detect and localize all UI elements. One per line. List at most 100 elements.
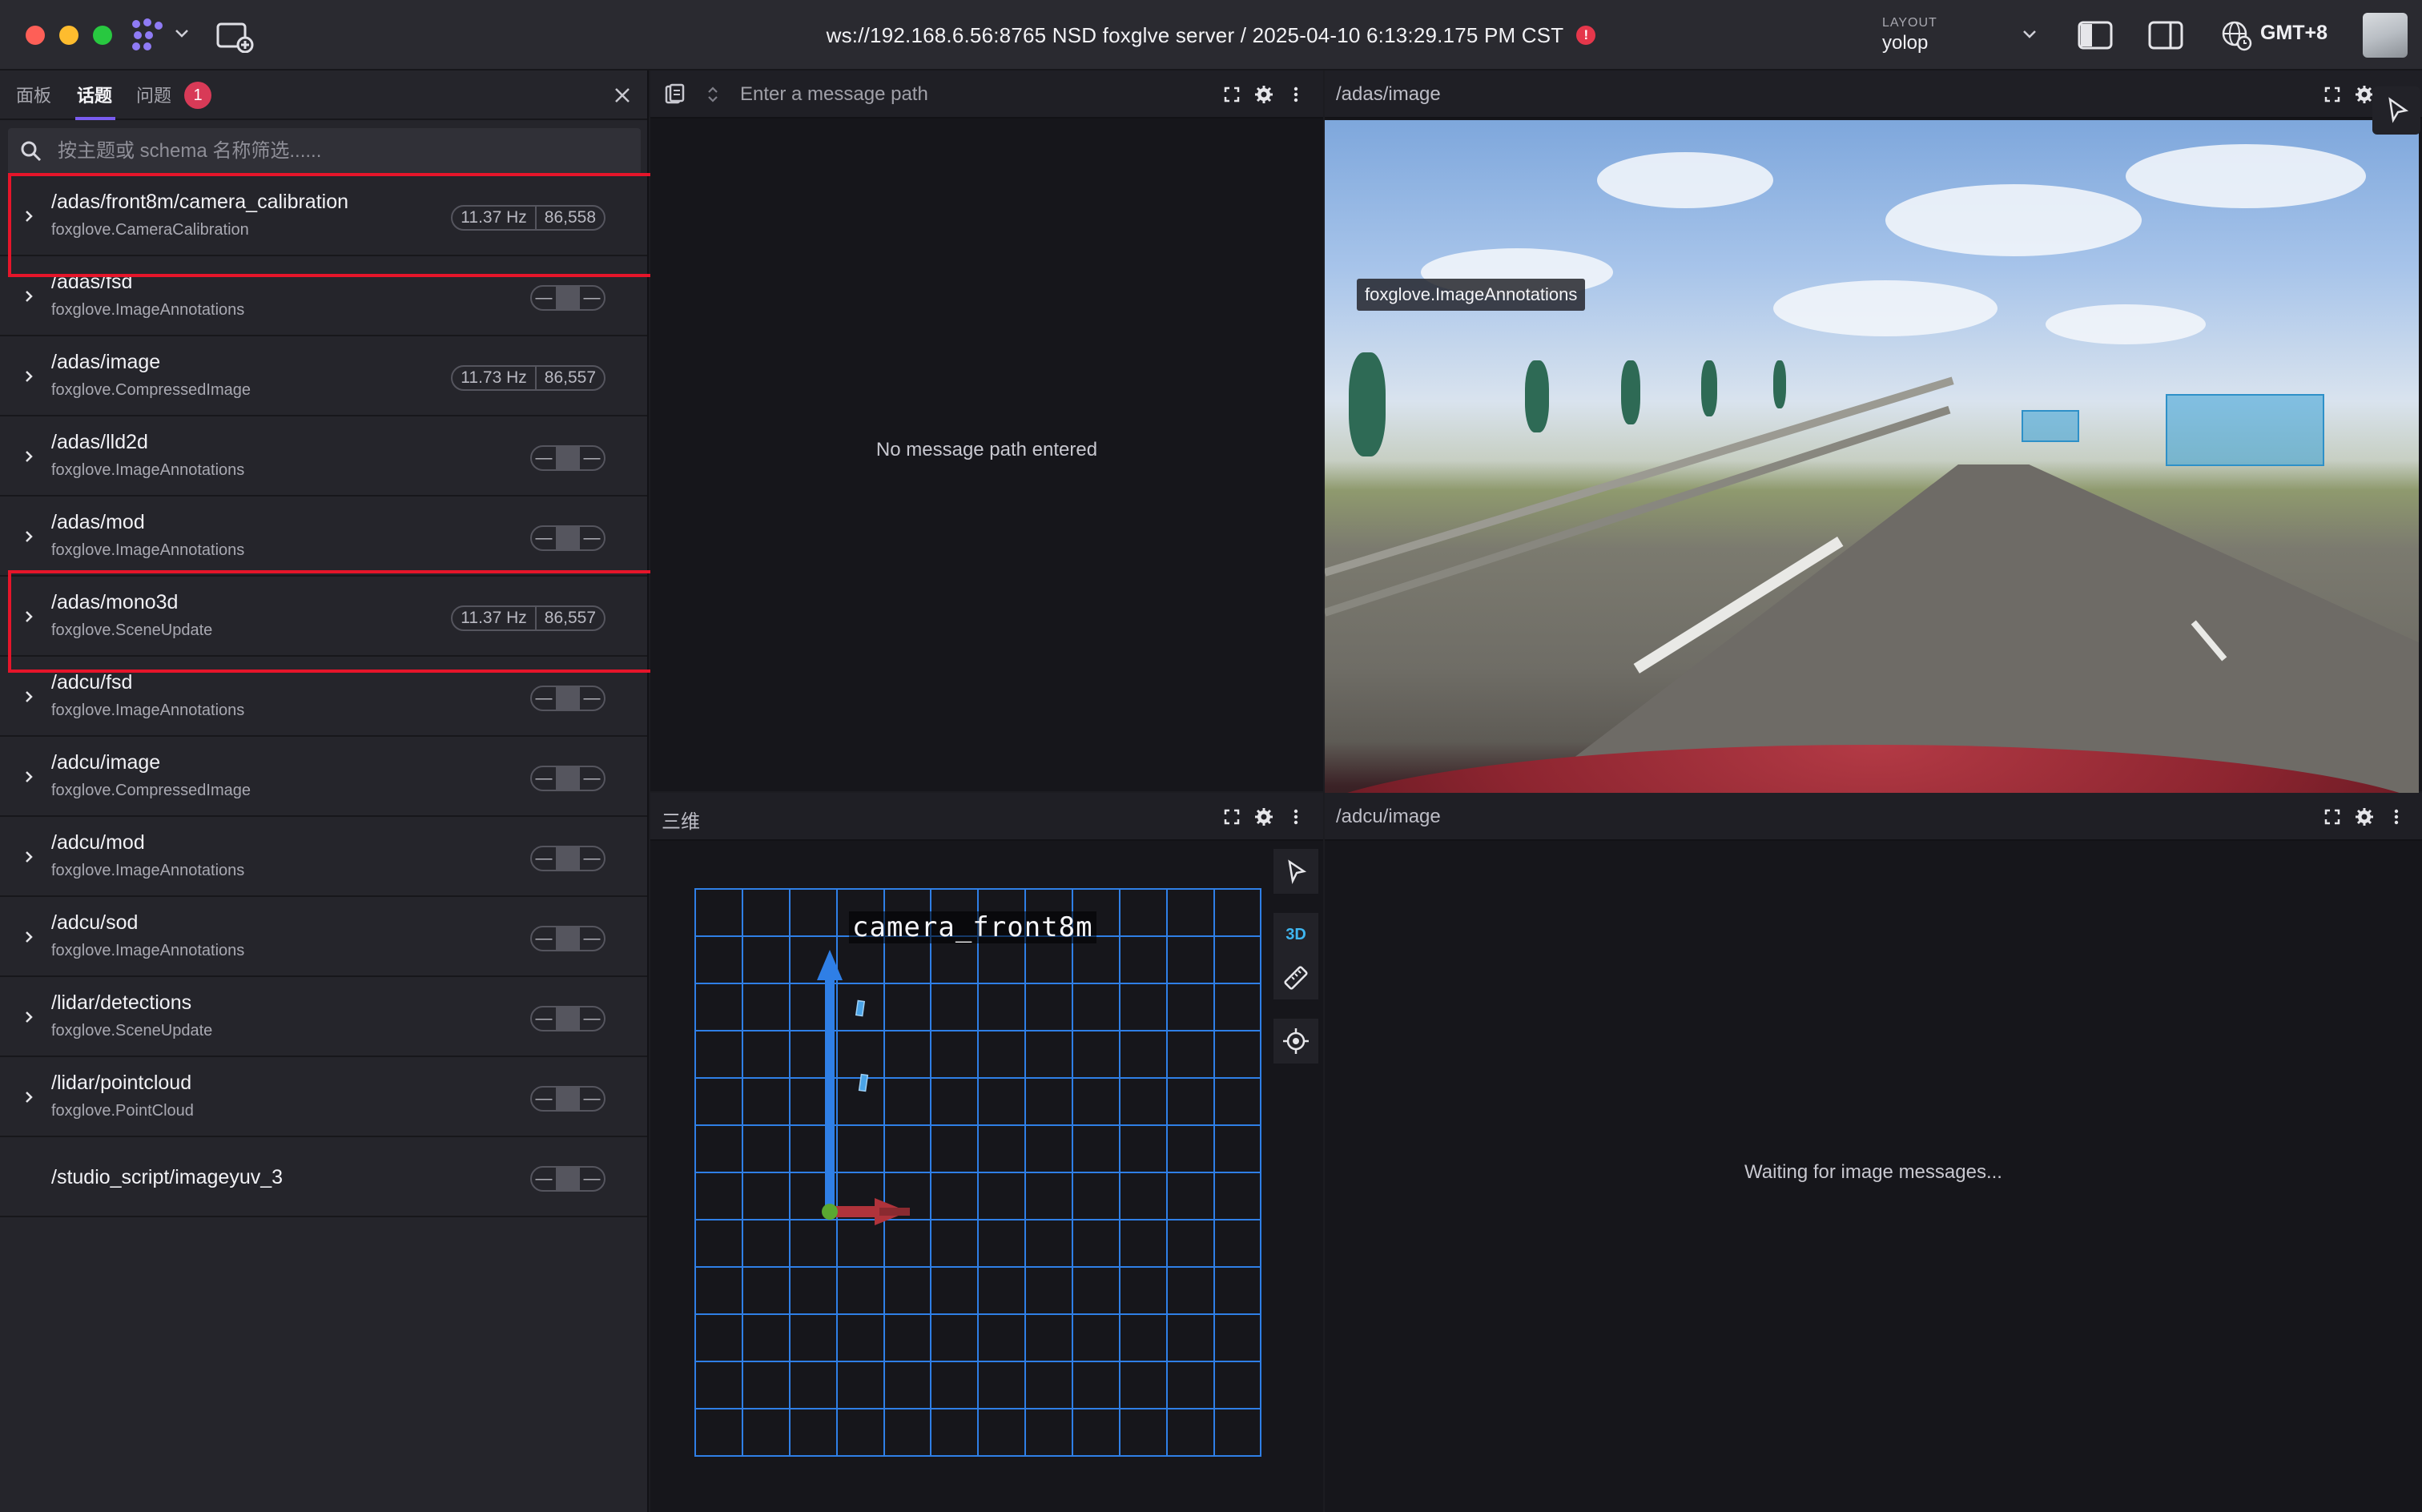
topic-frequency: — — [535, 529, 553, 547]
chevron-right-icon[interactable] — [21, 689, 37, 705]
chevron-right-icon[interactable] — [21, 208, 37, 224]
app-logo-icon[interactable] — [128, 16, 170, 53]
chevron-down-icon[interactable] — [173, 24, 191, 42]
frame-label: camera_front8m — [849, 911, 1096, 943]
chevron-right-icon[interactable] — [21, 288, 37, 304]
topic-row[interactable]: /adcu/image foxglove.CompressedImage — — — [0, 737, 647, 817]
follow-tool-button[interactable] — [1273, 1019, 1318, 1064]
layout-selector[interactable]: LAYOUT yolop — [1882, 14, 2042, 56]
topic-row[interactable]: /adcu/sod foxglove.ImageAnnotations — — — [0, 897, 647, 977]
sort-updown-icon[interactable] — [702, 83, 724, 106]
gear-icon[interactable] — [1253, 806, 1275, 828]
topic-row[interactable]: /studio_script/imageyuv_3— — — [0, 1137, 647, 1217]
fullscreen-icon[interactable] — [1221, 806, 1243, 828]
left-sidebar-icon[interactable] — [2078, 21, 2113, 50]
fullscreen-icon[interactable] — [2321, 806, 2344, 828]
topic-frequency: — — [535, 288, 553, 307]
view-mode-label: 3D — [1285, 925, 1306, 943]
view-mode-toggle[interactable]: 3D — [1273, 913, 1318, 956]
topic-row[interactable]: /adas/mod foxglove.ImageAnnotations — — — [0, 497, 647, 577]
topic-frequency: — — [535, 1089, 553, 1108]
topic-row[interactable]: /lidar/detections foxglove.SceneUpdate — — — [0, 977, 647, 1057]
panel-title: /adas/image — [1336, 83, 1441, 105]
tab-panels[interactable]: 面板 — [16, 82, 51, 107]
gear-icon[interactable] — [1253, 83, 1275, 106]
panel-header — [650, 70, 1323, 119]
chevron-right-icon[interactable] — [21, 1089, 37, 1105]
topic-name: /adcu/fsd — [51, 671, 133, 694]
avatar[interactable] — [2363, 13, 2408, 58]
active-tab-indicator — [75, 117, 115, 120]
topic-message-count: 86,557 — [544, 609, 596, 627]
layout-name: yolop — [1882, 32, 1929, 54]
chevron-right-icon[interactable] — [21, 448, 37, 464]
more-vertical-icon[interactable] — [1285, 806, 1307, 828]
zoom-window-button[interactable] — [93, 26, 112, 45]
chevron-right-icon[interactable] — [21, 609, 37, 625]
stat-divider — [556, 687, 580, 710]
select-tool-button[interactable] — [1273, 849, 1318, 894]
cursor-icon — [2388, 97, 2409, 123]
topic-frequency: 11.37 Hz — [461, 208, 527, 227]
more-vertical-icon[interactable] — [1285, 83, 1307, 106]
waiting-message: Waiting for image messages... — [1744, 1161, 2002, 1183]
topic-name: /adcu/sod — [51, 911, 139, 934]
chevron-right-icon[interactable] — [21, 368, 37, 384]
clipboard-icon[interactable] — [663, 83, 686, 106]
measure-tool-button[interactable] — [1273, 956, 1318, 999]
camera-image[interactable]: foxglove.ImageAnnotations — [1325, 120, 2419, 860]
chevron-right-icon[interactable] — [21, 929, 37, 945]
timezone-label[interactable]: GMT+8 — [2260, 22, 2327, 45]
topic-row[interactable]: /adas/mono3d foxglove.SceneUpdate 11.37 Hz… — [0, 577, 647, 657]
topic-frequency: — — [535, 929, 553, 947]
chevron-right-icon[interactable] — [21, 1009, 37, 1025]
topic-row[interactable]: /adcu/fsd foxglove.ImageAnnotations — — — [0, 657, 647, 737]
topic-name: /adcu/image — [51, 751, 161, 774]
topic-name: /adas/mod — [51, 511, 145, 533]
stat-divider — [556, 1088, 580, 1110]
chevron-right-icon[interactable] — [21, 769, 37, 785]
tab-problems[interactable]: 问题 — [136, 82, 171, 107]
topic-message-count: — — [583, 1009, 601, 1027]
topic-stats: 11.73 Hz 86,557 — [451, 365, 606, 391]
gear-icon[interactable] — [2353, 806, 2376, 828]
topic-list: /adas/front8m/camera_calibration foxglove… — [0, 176, 647, 1217]
more-vertical-icon[interactable] — [2385, 806, 2408, 828]
right-sidebar-icon[interactable] — [2148, 21, 2183, 50]
panel-header: /adcu/image — [1325, 793, 2422, 841]
topic-stats: — — — [530, 445, 606, 471]
camera-frustum-marker — [855, 999, 866, 1017]
topic-stats: 11.37 Hz 86,558 — [451, 205, 606, 231]
tab-topics[interactable]: 话题 — [77, 82, 112, 107]
select-tool-button[interactable] — [2372, 86, 2420, 135]
topic-row[interactable]: /adcu/mod foxglove.ImageAnnotations — — — [0, 817, 647, 897]
minimize-window-button[interactable] — [59, 26, 78, 45]
panel-title: 三维 — [662, 811, 700, 833]
connection-alert-icon[interactable]: ! — [1576, 26, 1596, 45]
topic-row[interactable]: /adas/fsd foxglove.ImageAnnotations — — — [0, 256, 647, 336]
topic-schema: foxglove.CompressedImage — [51, 782, 251, 799]
topic-schema: foxglove.ImageAnnotations — [51, 702, 245, 719]
chevron-right-icon[interactable] — [21, 529, 37, 545]
topic-name: /adas/fsd — [51, 271, 133, 293]
topic-message-count: — — [583, 1169, 601, 1188]
close-icon[interactable] — [610, 83, 634, 107]
fullscreen-icon[interactable] — [2321, 83, 2344, 106]
fullscreen-icon[interactable] — [1221, 83, 1243, 106]
message-path-input[interactable] — [738, 77, 1187, 112]
stat-divider — [556, 287, 580, 309]
topic-filter-input[interactable] — [56, 133, 633, 170]
globe-clock-icon[interactable] — [2220, 19, 2252, 51]
topic-message-count: — — [583, 288, 601, 307]
topic-stats: 11.37 Hz 86,557 — [451, 605, 606, 631]
topic-stats: — — — [530, 1086, 606, 1112]
topic-row[interactable]: /adas/lld2d foxglove.ImageAnnotations — — — [0, 416, 647, 497]
topic-row[interactable]: /lidar/pointcloud foxglove.PointCloud — — — [0, 1057, 647, 1137]
topic-schema: foxglove.SceneUpdate — [51, 621, 213, 639]
topic-row[interactable]: /adas/image foxglove.CompressedImage 11.73… — [0, 336, 647, 416]
close-window-button[interactable] — [26, 26, 45, 45]
topic-message-count: — — [583, 448, 601, 467]
add-window-icon[interactable] — [216, 21, 255, 53]
topic-row[interactable]: /adas/front8m/camera_calibration foxglove… — [0, 176, 647, 256]
chevron-right-icon[interactable] — [21, 849, 37, 865]
